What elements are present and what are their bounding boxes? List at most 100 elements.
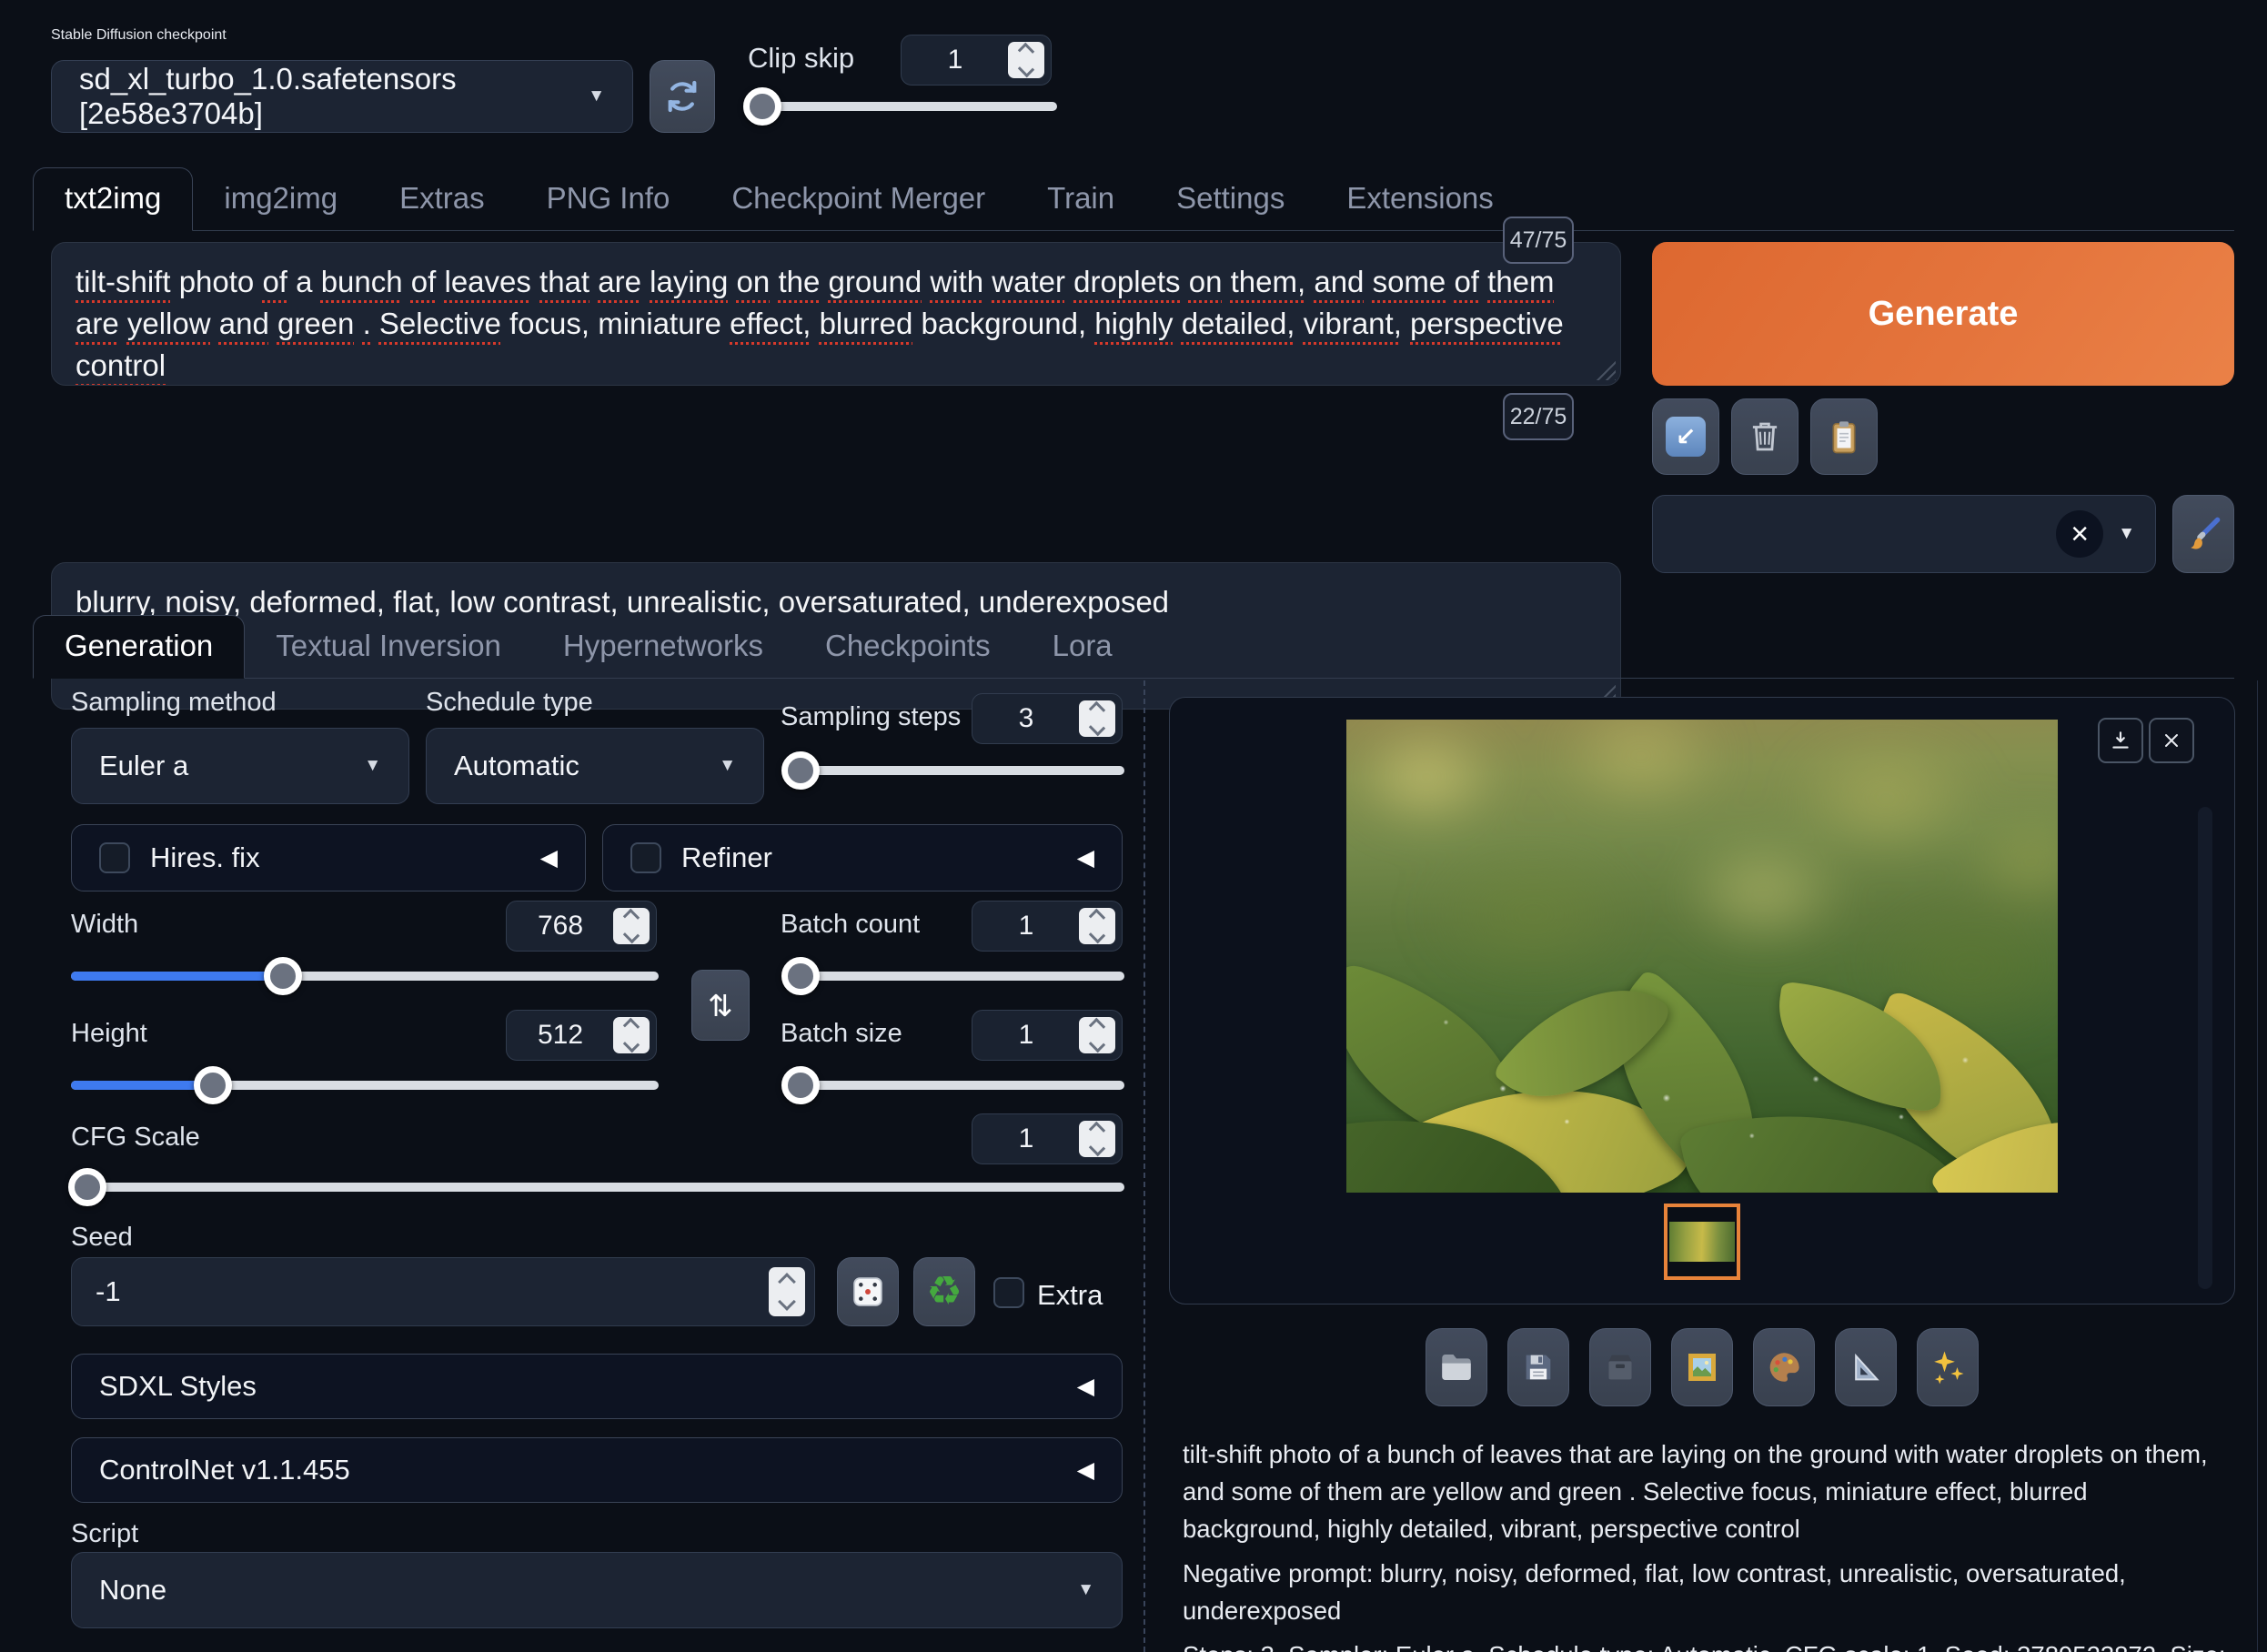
sampling-steps-slider[interactable] [784,766,1124,775]
framed-picture-icon [1684,1349,1720,1385]
generated-image[interactable] [1346,720,2058,1193]
checkpoint-dropdown[interactable]: sd_xl_turbo_1.0.safetensors [2e58e3704b]… [51,60,633,133]
styles-multiselect[interactable]: × ▼ [1652,495,2156,573]
arrow-down-left-icon: ↙ [1666,417,1706,457]
tab-hypernetworks[interactable]: Hypernetworks [532,616,794,678]
tab-generation[interactable]: Generation [33,615,245,679]
spinner-arrows-icon[interactable] [1079,1121,1115,1157]
close-image-button[interactable] [2149,718,2194,763]
column-separator [1144,680,1145,1652]
batch-count-slider[interactable] [784,972,1124,981]
clip-skip-slider-knob[interactable] [743,87,781,126]
gallery-scrollbar[interactable] [2198,807,2212,1289]
seed-input[interactable]: -1 [71,1257,815,1326]
tab-settings[interactable]: Settings [1145,168,1315,230]
paintbrush-icon [2183,514,2223,554]
send-to-extras-button[interactable] [1835,1328,1897,1406]
batch-size-slider[interactable] [784,1081,1124,1090]
tab-textual-inversion[interactable]: Textual Inversion [245,616,532,678]
edit-styles-button[interactable] [2172,495,2234,573]
prompt-text: tilt-shift photo of a bunch of leaves th… [76,261,1597,386]
folder-icon [1437,1348,1476,1386]
close-icon [2161,730,2182,751]
batch-size-input[interactable]: 1 [972,1010,1123,1061]
reuse-seed-button[interactable]: ♻ [913,1257,975,1326]
swap-width-height-button[interactable]: ⇅ [691,970,750,1041]
script-value: None [99,1574,166,1607]
refiner-checkbox[interactable] [630,842,661,873]
clipboard-icon [1826,418,1862,455]
tab-checkpoint-merger[interactable]: Checkpoint Merger [700,168,1016,230]
send-to-img2img-button[interactable] [1671,1328,1733,1406]
tab-extras[interactable]: Extras [368,168,516,230]
tab-img2img[interactable]: img2img [193,168,368,230]
height-label: Height [71,1019,147,1049]
height-slider[interactable] [71,1081,659,1090]
width-slider[interactable] [71,972,659,981]
clear-prompt-button[interactable] [1731,398,1798,475]
dice-icon [849,1273,887,1311]
script-dropdown[interactable]: None ▼ [71,1552,1123,1628]
clip-skip-input[interactable]: 1 [901,35,1052,86]
upscale-button[interactable] [1917,1328,1979,1406]
open-folder-button[interactable] [1426,1328,1487,1406]
spinner-arrows-icon[interactable] [1008,42,1044,78]
send-to-inpaint-button[interactable] [1753,1328,1815,1406]
sampling-method-dropdown[interactable]: Euler a ▼ [71,728,409,804]
resize-handle-icon[interactable] [1594,358,1616,380]
save-image-button[interactable] [1507,1328,1569,1406]
batch-count-label: Batch count [781,910,920,940]
batch-count-slider-knob[interactable] [781,957,820,995]
refresh-checkpoint-button[interactable] [650,60,715,133]
spinner-arrows-icon[interactable] [613,908,650,944]
height-slider-knob[interactable] [194,1066,232,1104]
clear-styles-icon[interactable]: × [2056,510,2103,558]
controlnet-accordion[interactable]: ControlNet v1.1.455 ◀ [71,1437,1123,1503]
negative-token-counter: 22/75 [1503,393,1574,440]
tab-train[interactable]: Train [1016,168,1145,230]
generate-button-label: Generate [1869,295,2019,334]
batch-size-slider-knob[interactable] [781,1066,820,1104]
generate-button[interactable]: Generate [1652,242,2234,386]
spinner-arrows-icon[interactable] [1079,700,1115,737]
thumbnail-selected[interactable] [1664,1204,1740,1280]
save-zip-button[interactable] [1589,1328,1651,1406]
clip-skip-label: Clip skip [748,42,854,75]
cfg-scale-slider[interactable] [71,1183,1124,1192]
seed-label: Seed [71,1223,133,1253]
sdxl-styles-accordion[interactable]: SDXL Styles ◀ [71,1354,1123,1419]
tab-png-info[interactable]: PNG Info [516,168,701,230]
random-seed-button[interactable] [837,1257,899,1326]
sampling-steps-label: Sampling steps [781,702,961,732]
hires-fix-checkbox[interactable] [99,842,130,873]
prompt-input[interactable]: tilt-shift photo of a bunch of leaves th… [51,242,1621,386]
main-tab-bar: txt2img img2img Extras PNG Info Checkpoi… [33,167,2234,231]
sampling-steps-slider-knob[interactable] [781,751,820,790]
cfg-scale-slider-knob[interactable] [68,1168,106,1206]
download-image-button[interactable] [2098,718,2143,763]
spinner-arrows-icon[interactable] [769,1267,805,1316]
cfg-scale-input[interactable]: 1 [972,1113,1123,1164]
height-input[interactable]: 512 [506,1010,657,1061]
sampling-steps-input[interactable]: 3 [972,693,1123,744]
chevron-down-icon[interactable]: ▼ [2118,524,2135,544]
schedule-type-dropdown[interactable]: Automatic ▼ [426,728,764,804]
tab-txt2img[interactable]: txt2img [33,167,193,231]
water-droplets-overlay [1346,720,2058,1193]
spinner-arrows-icon[interactable] [1079,908,1115,944]
paste-generation-params-button[interactable]: ↙ [1652,398,1719,475]
extra-seed-checkbox[interactable] [993,1277,1024,1308]
spinner-arrows-icon[interactable] [1079,1017,1115,1053]
width-input[interactable]: 768 [506,901,657,952]
clip-skip-slider[interactable] [748,102,1057,111]
tab-extensions[interactable]: Extensions [1315,168,1524,230]
extra-seed-label: Extra [1037,1279,1103,1312]
refiner-accordion[interactable]: Refiner ◀ [602,824,1123,891]
width-slider-knob[interactable] [264,957,302,995]
hires-fix-accordion[interactable]: Hires. fix ◀ [71,824,586,891]
spinner-arrows-icon[interactable] [613,1017,650,1053]
tab-lora[interactable]: Lora [1022,616,1144,678]
batch-count-input[interactable]: 1 [972,901,1123,952]
tab-checkpoints[interactable]: Checkpoints [794,616,1022,678]
apply-styles-button[interactable] [1810,398,1878,475]
